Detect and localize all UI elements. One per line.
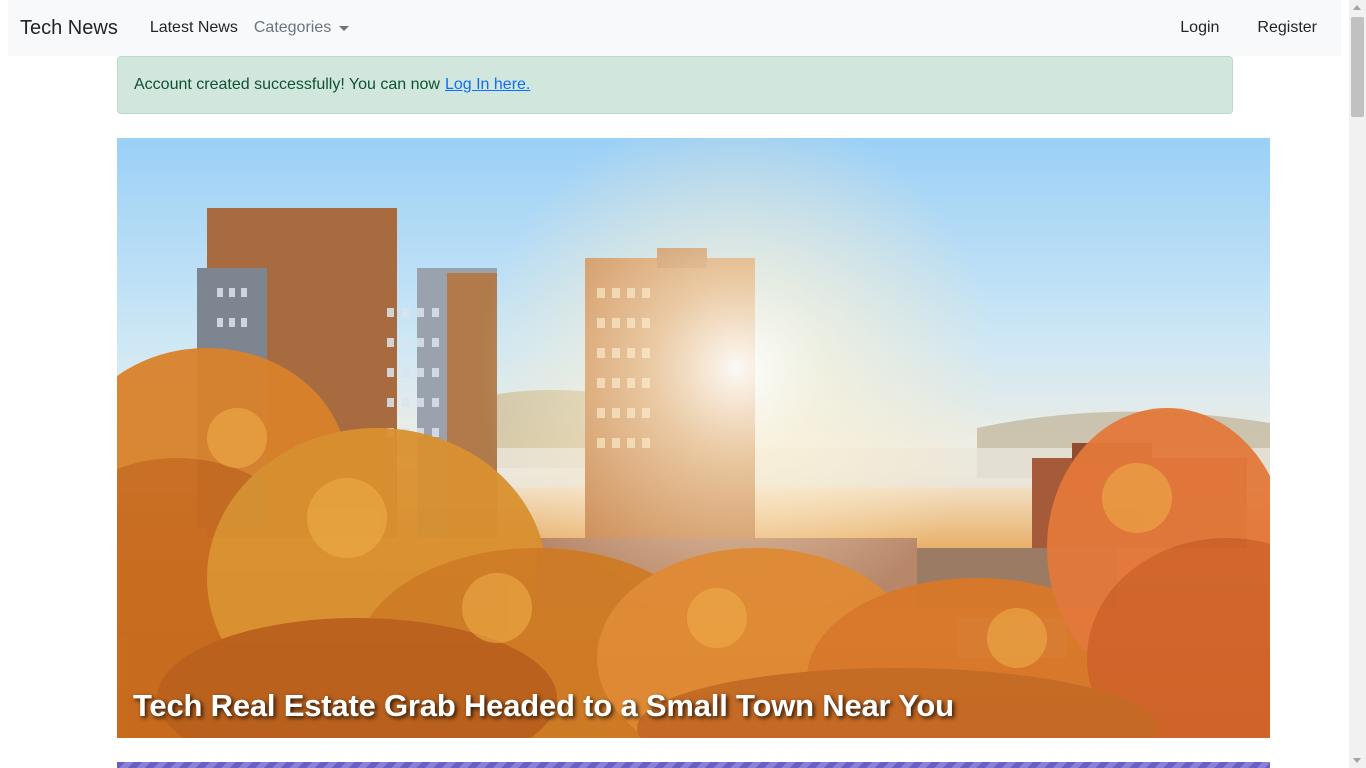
nav-latest-news[interactable]: Latest News [142, 19, 246, 37]
brand-link[interactable]: Tech News [20, 17, 118, 40]
alert-message: Account created successfully! You can no… [134, 76, 440, 93]
page-scrollbar[interactable] [1349, 0, 1366, 768]
next-article-card-peek[interactable] [117, 762, 1270, 768]
scroll-up-icon[interactable] [1353, 5, 1361, 10]
scroll-down-icon[interactable] [1353, 758, 1361, 763]
nav-auth-links: Login Register [1172, 19, 1329, 37]
nav-categories-dropdown[interactable]: Categories [246, 19, 357, 37]
chevron-down-icon [339, 25, 350, 31]
login-link[interactable]: Login [1172, 19, 1227, 37]
hero-article-card[interactable]: Tech Real Estate Grab Headed to a Small … [117, 138, 1270, 738]
success-alert: Account created successfully! You can no… [117, 56, 1233, 114]
alert-login-link[interactable]: Log In here. [445, 76, 530, 94]
nav-categories-label: Categories [253, 19, 332, 36]
top-navbar: Tech News Latest News Categories Login R… [8, 0, 1341, 56]
scrollbar-thumb[interactable] [1351, 17, 1364, 117]
register-link[interactable]: Register [1249, 19, 1325, 37]
hero-image [117, 138, 1270, 738]
hero-article-title[interactable]: Tech Real Estate Grab Headed to a Small … [133, 688, 954, 724]
